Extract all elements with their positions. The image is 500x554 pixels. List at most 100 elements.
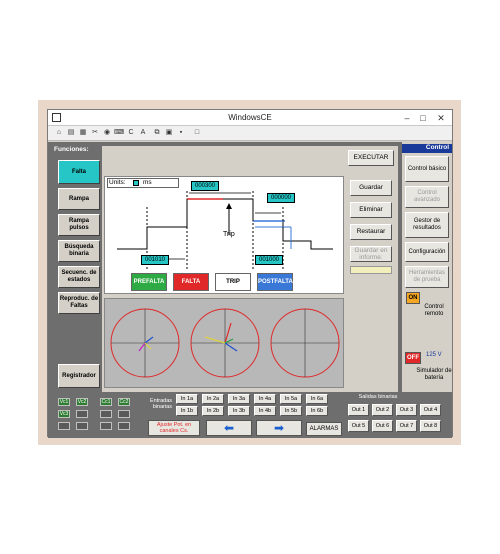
save-button[interactable]: Guardar <box>350 180 392 196</box>
delete-button[interactable]: Eliminar <box>350 202 392 218</box>
source-slot <box>58 422 70 430</box>
source-slot <box>118 422 130 430</box>
phasor-circle-3 <box>270 308 340 378</box>
herramientas-prueba-button[interactable]: Herramientas de prueba <box>405 266 449 288</box>
output-1[interactable]: Out 1 <box>348 404 369 416</box>
state-prefalta[interactable]: PREFALTA <box>131 273 167 291</box>
state-falta[interactable]: FALTA <box>173 273 209 291</box>
state-trip[interactable]: TRIP <box>215 273 251 291</box>
battery-simulator-label: Simulador de batería <box>416 368 452 381</box>
units-box[interactable] <box>107 178 179 188</box>
source-slot <box>76 410 88 418</box>
function-reproduc-faltas[interactable]: Reproduc. de Faltas <box>58 292 100 314</box>
registrador-button[interactable]: Registrador <box>58 364 100 388</box>
io-panel: Vc1 Vc2 Cc1 Cc2 Vc3 Entradas binarias In… <box>48 392 452 438</box>
output-4[interactable]: Out 4 <box>420 404 441 416</box>
phasor-diagrams <box>110 308 340 378</box>
report-name-field[interactable] <box>350 266 392 274</box>
battery-off-indicator[interactable]: OFF <box>405 352 421 364</box>
main-area: Funciones: Falta Rampa Rampa pulsos Búsq… <box>48 142 452 438</box>
input-1a[interactable]: In 1a <box>176 394 198 404</box>
home-icon[interactable]: ⌂ <box>54 128 64 138</box>
value-postfalta-duration[interactable]: 001000 <box>255 255 283 265</box>
function-falta[interactable]: Falta <box>58 160 100 184</box>
input-3b[interactable]: In 3b <box>228 406 250 416</box>
functions-panel: Funciones: Falta Rampa Rampa pulsos Búsq… <box>54 146 102 392</box>
close-icon[interactable]: ✕ <box>434 112 448 124</box>
output-3[interactable]: Out 3 <box>396 404 417 416</box>
source-vc2[interactable]: Vc2 <box>76 398 88 406</box>
inputs-label: Entradas binarias <box>149 398 172 411</box>
restore-button[interactable]: Restaurar <box>350 224 392 240</box>
control-panel: Control Control básico Control avanzado … <box>402 142 452 392</box>
fault-sequence-diagram: Units: ms 000300 000000 001010 001000 Tr… <box>104 176 344 294</box>
input-6a[interactable]: In 6a <box>306 394 328 404</box>
source-vc3[interactable]: Vc3 <box>58 410 70 418</box>
source-slot <box>118 410 130 418</box>
source-cc2[interactable]: Cc2 <box>118 398 130 406</box>
input-6b[interactable]: In 6b <box>306 406 328 416</box>
execute-button[interactable]: EXECUTAR <box>348 150 394 166</box>
control-avanzado-button[interactable]: Control avanzado <box>405 186 449 208</box>
output-8[interactable]: Out 8 <box>420 420 441 432</box>
functions-header: Funciones: <box>54 146 89 153</box>
copy-icon[interactable]: ⧉ <box>152 128 162 138</box>
value-falta-duration[interactable]: 000300 <box>191 181 219 191</box>
toolbar: ⌂ ▤ ▦ ✂ ◉ ⌨ C A ⧉ ▣ ▪ □ <box>48 126 452 141</box>
save-icon[interactable]: ▪ <box>176 128 186 138</box>
alt-key-icon[interactable]: A <box>138 128 148 138</box>
trip-arrowhead <box>226 203 232 209</box>
remote-on-indicator[interactable]: ON <box>406 292 420 304</box>
input-5a[interactable]: In 5a <box>280 394 302 404</box>
grid-icon[interactable]: ▦ <box>78 128 88 138</box>
window-title: WindowsCE <box>228 113 272 122</box>
value-post-duration[interactable]: 000000 <box>267 193 295 203</box>
maximize-icon[interactable]: □ <box>416 112 430 124</box>
keyboard-icon[interactable]: ⌨ <box>114 128 124 138</box>
source-cc1[interactable]: Cc1 <box>100 398 112 406</box>
sequence-step-line <box>117 198 333 250</box>
source-slot <box>100 422 112 430</box>
input-3a[interactable]: In 3a <box>228 394 250 404</box>
battery-voltage: 125 V <box>426 352 442 358</box>
save-to-report-button[interactable]: Guardar en informe: <box>350 246 392 262</box>
input-2a[interactable]: In 2a <box>202 394 224 404</box>
document-icon[interactable]: ▤ <box>66 128 76 138</box>
output-5[interactable]: Out 5 <box>348 420 369 432</box>
input-4b[interactable]: In 4b <box>254 406 276 416</box>
output-7[interactable]: Out 7 <box>396 420 417 432</box>
alarms-button[interactable]: ALARMAS <box>306 422 342 436</box>
value-prefalta-duration[interactable]: 001010 <box>141 255 169 265</box>
function-busqueda-binaria[interactable]: Búsqueda binaria <box>58 240 100 262</box>
screen-icon[interactable]: ▣ <box>164 128 174 138</box>
phasor-area <box>104 298 344 388</box>
right-arrow-icon[interactable]: ➡ <box>256 420 302 436</box>
source-slot <box>100 410 112 418</box>
application-window: WindowsCE – □ ✕ ⌂ ▤ ▦ ✂ ◉ ⌨ C A ⧉ ▣ ▪ □ … <box>47 109 453 438</box>
window-icon[interactable]: □ <box>192 128 202 138</box>
ctrl-key-icon[interactable]: C <box>126 128 136 138</box>
input-4a[interactable]: In 4a <box>254 394 276 404</box>
function-secuenc-estados[interactable]: Secuenc. de estados <box>58 266 100 288</box>
function-rampa[interactable]: Rampa <box>58 188 100 210</box>
minimize-icon[interactable]: – <box>400 112 414 124</box>
output-2[interactable]: Out 2 <box>372 404 393 416</box>
adjust-power-button[interactable]: Ajuste Pot. en canales Cs. <box>148 420 200 436</box>
control-basico-button[interactable]: Control básico <box>405 156 449 182</box>
configuracion-button[interactable]: Configuración <box>405 242 449 262</box>
trip-label: Trip <box>223 231 235 238</box>
eye-icon[interactable]: ◉ <box>102 128 112 138</box>
left-arrow-icon[interactable]: ⬅ <box>206 420 252 436</box>
input-2b[interactable]: In 2b <box>202 406 224 416</box>
title-bar: WindowsCE – □ ✕ <box>48 110 452 126</box>
source-vc1[interactable]: Vc1 <box>58 398 70 406</box>
gestor-resultados-button[interactable]: Gestor de resultados <box>405 212 449 238</box>
source-slot <box>76 422 88 430</box>
state-postfalta[interactable]: POSTFALTA <box>257 273 293 291</box>
control-header: Control <box>402 144 452 153</box>
cut-icon[interactable]: ✂ <box>90 128 100 138</box>
input-1b[interactable]: In 1b <box>176 406 198 416</box>
function-rampa-pulsos[interactable]: Rampa pulsos <box>58 214 100 236</box>
output-6[interactable]: Out 6 <box>372 420 393 432</box>
input-5b[interactable]: In 5b <box>280 406 302 416</box>
